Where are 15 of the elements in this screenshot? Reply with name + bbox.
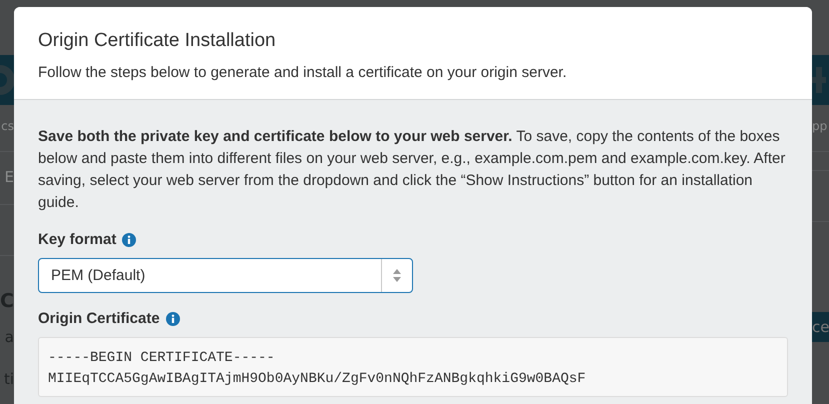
plus-icon: [812, 65, 826, 95]
field-label: Key format: [38, 231, 116, 248]
modal-subtitle: Follow the steps below to generate and install a certificate on your origin server.: [38, 64, 568, 81]
logo-mark-icon: [0, 65, 14, 95]
instructions-text: Save both the private key and certificate below to your web server. To save, copy the contents of the boxes below and paste them into different files on your web server, e.g., example.com.pem and example.com.key. After saving, select your web server from the dropdown and click the “Show Instructions” button for an installation guide.: [38, 127, 786, 213]
modal-title: Origin Certificate Installation: [38, 30, 277, 52]
background-text: cs: [1, 119, 14, 133]
background-text: pp: [812, 119, 828, 133]
info-icon[interactable]: [166, 312, 180, 326]
certificate-field[interactable]: -----BEGIN CERTIFICATE----- MIIEqTCCA5GgAwIBAgITAjmH9Ob0AyNBKu/ZgFv0nNQhFzANBgkqhkiG9w0BAQsF: [38, 337, 788, 397]
key-format-dropdown[interactable]: PEM (Default): [38, 258, 413, 293]
background-text: E: [4, 168, 14, 186]
info-icon[interactable]: [122, 232, 136, 246]
field-label: Origin Certificate: [38, 310, 160, 327]
sort-arrows-icon: [393, 269, 401, 282]
